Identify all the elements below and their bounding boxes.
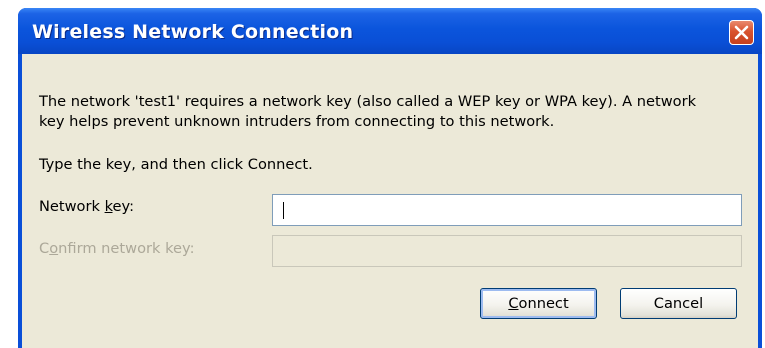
- network-key-label: Network key:: [39, 198, 134, 215]
- connect-button[interactable]: Connect: [480, 288, 597, 319]
- confirm-network-key-input: [272, 235, 742, 267]
- title-bar[interactable]: Wireless Network Connection: [18, 8, 762, 54]
- dialog-body: The network 'test1' requires a network k…: [22, 54, 758, 348]
- network-key-input[interactable]: [272, 194, 742, 226]
- confirm-label-accelerator: o: [49, 240, 59, 257]
- network-key-label-accelerator: k: [104, 198, 113, 215]
- dialog-window: Wireless Network Connection The network …: [18, 8, 762, 348]
- text-caret: [283, 202, 284, 219]
- close-icon: [734, 25, 749, 40]
- message-text: The network 'test1' requires a network k…: [39, 92, 749, 132]
- network-key-label-prefix: Network: [39, 198, 105, 215]
- confirm-label-suffix: nfirm network key:: [58, 240, 195, 257]
- connect-accelerator: C: [508, 295, 519, 312]
- cancel-button[interactable]: Cancel: [620, 288, 737, 319]
- confirm-label-prefix: C: [39, 240, 50, 257]
- window-title: Wireless Network Connection: [32, 21, 354, 43]
- message-line-1: The network 'test1' requires a network k…: [39, 93, 697, 110]
- connect-label-rest: onnect: [518, 295, 569, 312]
- close-button[interactable]: [729, 20, 754, 45]
- message-line-2: key helps prevent unknown intruders from…: [39, 113, 555, 130]
- network-key-label-suffix: ey:: [112, 198, 134, 215]
- confirm-network-key-label: Confirm network key:: [39, 240, 195, 257]
- instruction-text: Type the key, and then click Connect.: [39, 156, 313, 173]
